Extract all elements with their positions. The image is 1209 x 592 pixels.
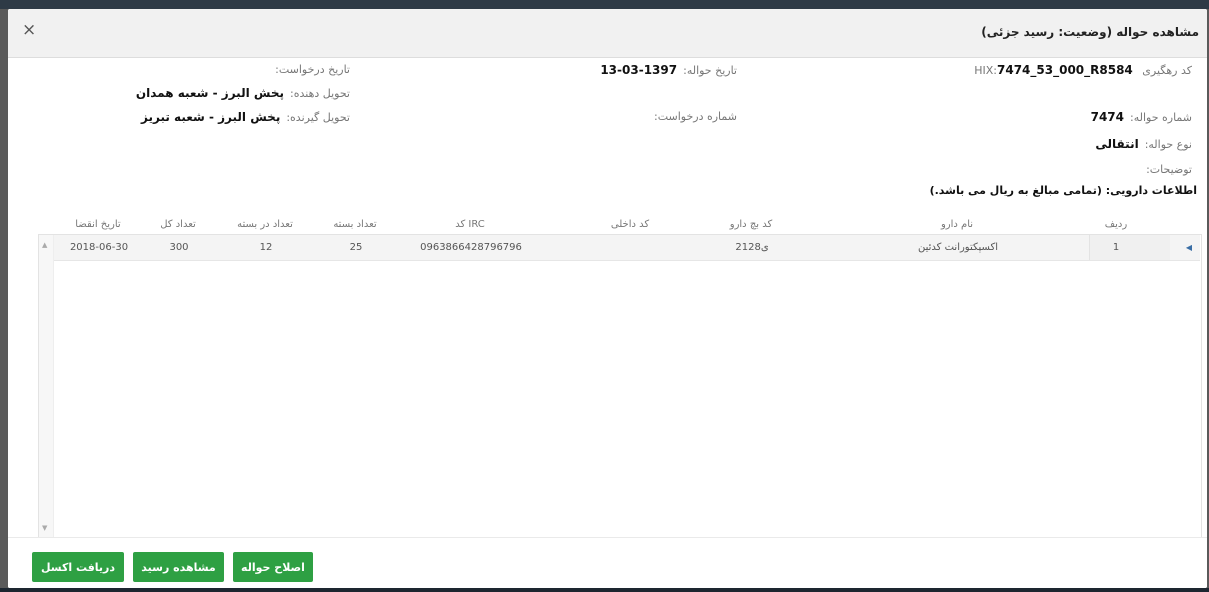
giver-field: تحویل دهنده: پخش البرز - شعبه همدان — [136, 86, 350, 100]
scroll-up-icon[interactable]: ▲ — [42, 241, 47, 249]
request-number-field: شماره درخواست: — [654, 110, 737, 123]
background-bar — [0, 0, 1209, 9]
header-irc[interactable]: کد IRC — [455, 219, 485, 230]
hawala-modal: مشاهده حواله (وضعیت: رسید جزئی) × کد رهگ… — [8, 9, 1207, 588]
hawala-date-field: تاریخ حواله: 1397-03-13 — [600, 63, 737, 77]
header-batch-code[interactable]: کد بچ دارو — [730, 219, 773, 230]
tracking-code-field: کد رهگیری HIX:7474_53_000_R8584 — [974, 63, 1192, 77]
table-row[interactable]: ◀ 1 اکسپکتورانت کدئین 2128ی 096386642879… — [54, 235, 1200, 261]
receiver-label: تحویل گیرنده: — [286, 111, 350, 124]
request-date-label: تاریخ درخواست: — [275, 63, 350, 76]
hawala-number-value: 7474 — [1090, 110, 1124, 124]
giver-label: تحویل دهنده: — [290, 87, 350, 100]
row-number-cell — [1089, 235, 1170, 260]
header-packs[interactable]: تعداد بسته — [333, 219, 376, 230]
view-receipt-button[interactable]: مشاهده رسید — [133, 552, 224, 582]
request-number-label: شماره درخواست: — [654, 110, 737, 123]
hawala-number-field: شماره حواله: 7474 — [1091, 110, 1192, 124]
header-row[interactable]: ردیف — [1105, 219, 1127, 230]
giver-value: پخش البرز - شعبه همدان — [135, 86, 284, 100]
header-total[interactable]: تعداد کل — [160, 219, 196, 230]
modal-header: مشاهده حواله (وضعیت: رسید جزئی) × — [8, 9, 1207, 58]
cell-batch-code: 2128ی — [735, 242, 769, 253]
row-expand-icon[interactable]: ◀ — [1186, 243, 1192, 252]
close-icon[interactable]: × — [22, 22, 36, 39]
header-internal-code[interactable]: کد داخلی — [611, 219, 649, 230]
background-footer — [0, 588, 1209, 592]
hawala-type-field: نوع حواله: انتقالی — [1095, 137, 1192, 151]
cell-per-pack: 12 — [259, 242, 273, 253]
cell-total: 300 — [169, 242, 189, 253]
scroll-down-icon[interactable]: ▼ — [42, 524, 47, 532]
header-drug-name[interactable]: نام دارو — [941, 219, 973, 230]
modal-footer: دریافت اکسل مشاهده رسید اصلاح حواله — [8, 537, 1207, 588]
edit-hawala-button[interactable]: اصلاح حواله — [233, 552, 313, 582]
cell-row: 1 — [1112, 242, 1120, 253]
hawala-date-label: تاریخ حواله: — [683, 64, 737, 77]
header-expiry[interactable]: تاریخ انقضا — [75, 219, 120, 230]
hawala-type-label: نوع حواله: — [1144, 138, 1192, 151]
hawala-type-value: انتقالی — [1095, 137, 1139, 151]
hawala-number-label: شماره حواله: — [1130, 111, 1192, 124]
tracking-code-value: 7474_53_000_R8584 — [997, 63, 1133, 77]
cell-irc: 0963866428796796 — [420, 242, 522, 253]
download-excel-button[interactable]: دریافت اکسل — [32, 552, 124, 582]
vertical-scrollbar[interactable]: ▲ ▼ — [39, 235, 54, 538]
header-per-pack[interactable]: تعداد در بسته — [237, 219, 293, 230]
hawala-date-value: 1397-03-13 — [600, 63, 678, 77]
cell-packs: 25 — [349, 242, 363, 253]
request-date-field: تاریخ درخواست: — [275, 63, 350, 76]
cell-expiry: 2018-06-30 — [69, 242, 129, 253]
description-label: توضیحات: — [1146, 163, 1192, 176]
modal-title: مشاهده حواله (وضعیت: رسید جزئی) — [981, 25, 1199, 39]
description-field: توضیحات: — [1146, 163, 1192, 176]
table-body: ▲ ▼ ◀ 1 اکسپکتورانت کدئین 2128ی 09638664… — [38, 234, 1202, 539]
drug-info-note: اطلاعات دارویی: (تمامی مبالغ به ریال می … — [929, 184, 1197, 197]
cell-drug-name: اکسپکتورانت کدئین — [918, 242, 998, 253]
receiver-field: تحویل گیرنده: پخش البرز - شعبه تبریز — [141, 110, 350, 124]
receiver-value: پخش البرز - شعبه تبریز — [141, 110, 281, 124]
